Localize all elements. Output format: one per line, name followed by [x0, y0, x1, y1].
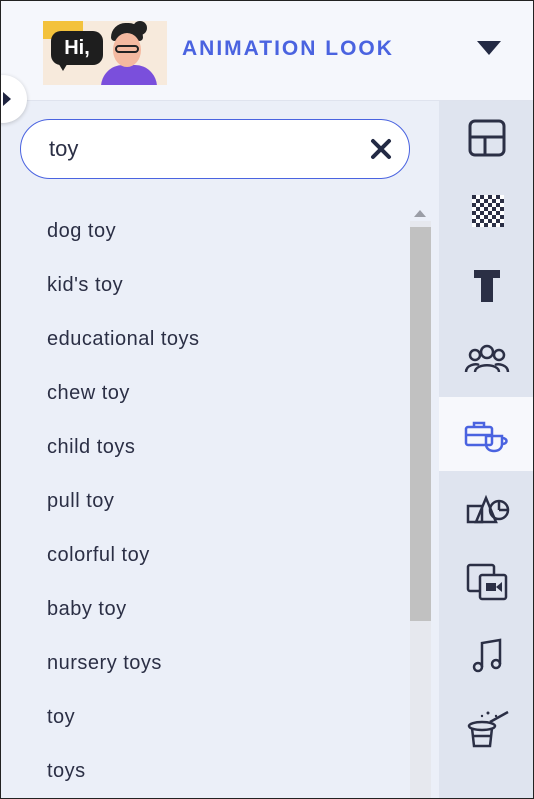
scroll-up-arrow[interactable] [414, 210, 426, 217]
close-icon[interactable] [368, 136, 394, 162]
list-item[interactable]: nursery toys [47, 652, 162, 675]
rail-item-text[interactable] [439, 249, 533, 323]
shapes-icon [466, 494, 510, 524]
character-body [101, 65, 157, 85]
list-item[interactable]: pull toy [47, 490, 114, 513]
rail-item-media[interactable] [439, 545, 533, 619]
character-hair-bun [133, 21, 147, 35]
speech-bubble: Hi, [51, 31, 103, 65]
rail-item-characters[interactable] [439, 323, 533, 397]
list-item[interactable]: toy [47, 706, 75, 729]
rail-item-layout[interactable] [439, 101, 533, 175]
project-header: Hi, ANIMATION LOOK [1, 1, 533, 101]
media-icon [466, 563, 508, 601]
speech-bubble-tail [57, 61, 69, 71]
asset-panel: Hi, ANIMATION LOOK dog toy kid's toy edu… [0, 0, 534, 799]
props-icon [464, 421, 508, 453]
project-title[interactable]: ANIMATION LOOK [182, 37, 394, 61]
characters-icon [464, 344, 510, 373]
list-item[interactable]: kid's toy [47, 274, 123, 297]
scrollbar-thumb[interactable] [410, 227, 431, 621]
list-item[interactable]: colorful toy [47, 544, 150, 567]
layout-icon [468, 119, 506, 157]
search-input[interactable] [49, 134, 349, 164]
background-pattern-icon [472, 195, 504, 227]
text-icon [474, 270, 500, 302]
music-icon [472, 638, 502, 673]
effects-icon [467, 710, 509, 748]
rail-item-music[interactable] [439, 619, 533, 693]
character-glasses [115, 45, 139, 53]
rail-item-shapes[interactable] [439, 471, 533, 545]
list-item[interactable]: dog toy [47, 220, 116, 243]
rail-item-props[interactable] [439, 397, 533, 471]
list-item[interactable]: educational toys [47, 328, 200, 351]
caret-down-icon[interactable] [477, 41, 501, 55]
search-box [20, 119, 410, 179]
list-item[interactable]: toys [47, 760, 86, 783]
list-item[interactable]: child toys [47, 436, 135, 459]
project-thumbnail[interactable]: Hi, [43, 21, 167, 85]
list-item[interactable]: chew toy [47, 382, 130, 405]
rail-item-background[interactable] [439, 175, 533, 249]
list-item[interactable]: baby toy [47, 598, 127, 621]
chevron-right-icon [3, 92, 11, 106]
rail-item-effects[interactable] [439, 693, 533, 767]
